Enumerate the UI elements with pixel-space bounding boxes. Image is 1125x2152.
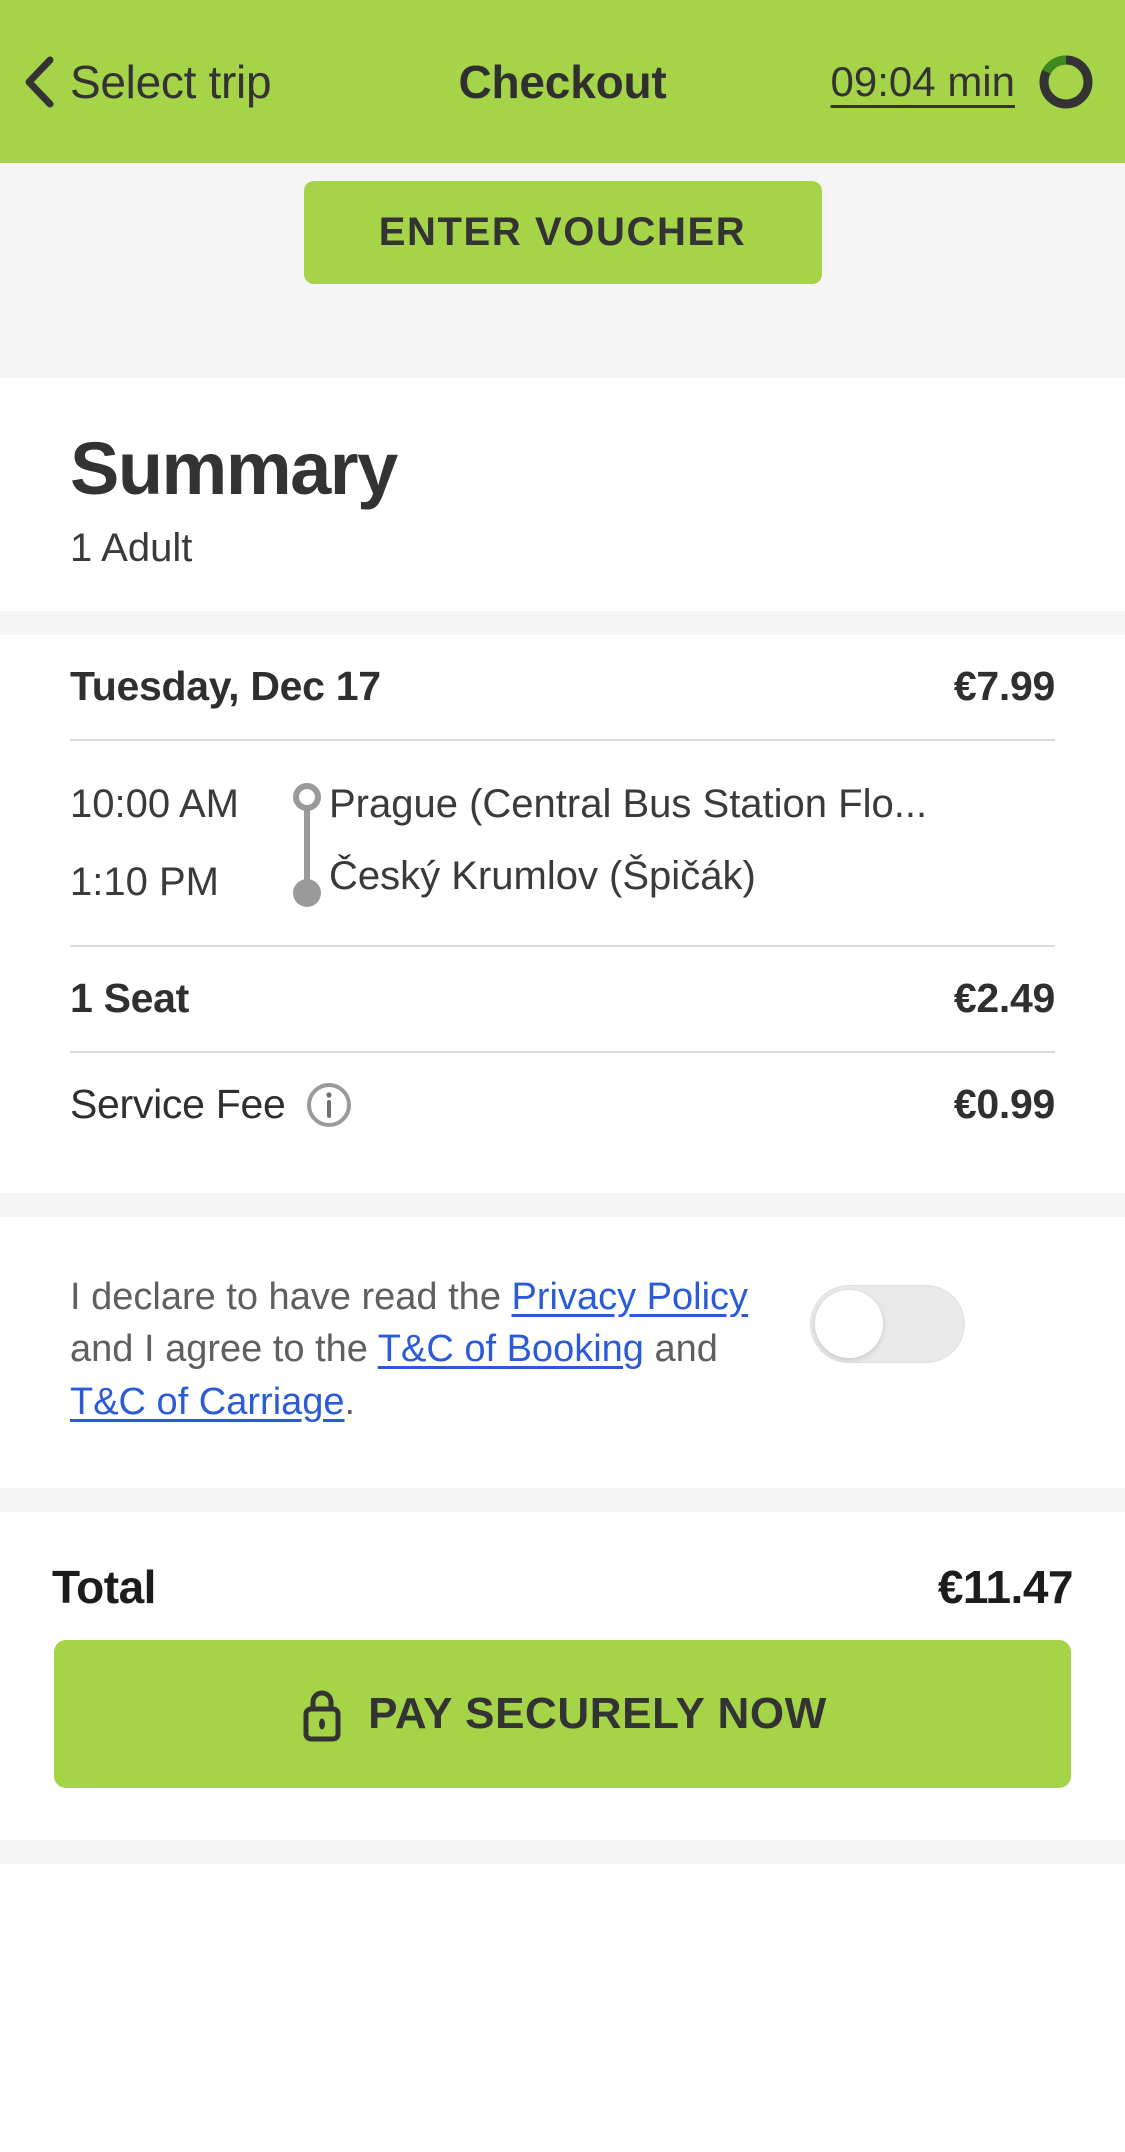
declaration-section: I declare to have read the Privacy Polic… — [0, 1216, 1125, 1488]
session-timer[interactable]: 09:04 min — [831, 53, 1095, 111]
pay-button-label: PAY SECURELY NOW — [368, 1689, 827, 1738]
leg-times: 10:00 AM 1:10 PM — [70, 769, 285, 919]
departure-stop: Prague (Central Bus Station Flo... — [329, 782, 928, 827]
declaration-part-3: and — [643, 1328, 718, 1371]
section-divider — [0, 1192, 1125, 1217]
chevron-left-icon — [25, 56, 54, 107]
back-button[interactable]: Select trip — [22, 55, 272, 109]
trip-legs: 10:00 AM 1:10 PM Prague (Central Bus Sta… — [48, 741, 1077, 945]
route-connector — [285, 769, 329, 919]
section-divider — [0, 1488, 1125, 1512]
seat-label: 1 Seat — [70, 975, 189, 1022]
toggle-knob — [815, 1289, 883, 1358]
service-fee-row: Service Fee €0.99 — [48, 1053, 1077, 1157]
total-label: Total — [52, 1561, 156, 1613]
total-row: Total €11.47 — [0, 1512, 1125, 1640]
lock-icon — [303, 1690, 341, 1742]
service-fee-left: Service Fee — [70, 1081, 353, 1129]
timer-ring-icon — [1039, 55, 1093, 108]
app-header: Select trip Checkout 09:04 min — [0, 0, 1125, 163]
info-circle-icon[interactable] — [305, 1081, 353, 1129]
bottom-spacer — [0, 1818, 1125, 1840]
declaration-part-1: I declare to have read the — [70, 1275, 512, 1318]
page-title: Checkout — [458, 55, 667, 108]
declaration-toggle[interactable] — [810, 1284, 965, 1363]
enter-voucher-button[interactable]: ENTER VOUCHER — [303, 181, 822, 284]
checkout-screen: Select trip Checkout 09:04 min ENTER VOU… — [0, 0, 1125, 2152]
declaration-text: I declare to have read the Privacy Polic… — [70, 1271, 770, 1428]
seat-row: 1 Seat €2.49 — [48, 947, 1077, 1051]
tc-booking-link[interactable]: T&C of Booking — [378, 1328, 644, 1370]
arrival-time: 1:10 PM — [70, 860, 219, 905]
trip-date: Tuesday, Dec 17 — [70, 663, 381, 710]
summary-section: Summary 1 Adult — [0, 378, 1125, 611]
declaration-part-2: and I agree to the — [70, 1328, 378, 1371]
passenger-count: 1 Adult — [70, 525, 193, 570]
trip-date-price: €7.99 — [953, 663, 1055, 710]
bottom-divider — [0, 1840, 1125, 1864]
seat-price: €2.49 — [953, 975, 1055, 1022]
trip-date-row: Tuesday, Dec 17 €7.99 — [48, 635, 1077, 739]
arrival-stop: Český Krumlov (Špičák) — [329, 854, 756, 899]
pay-securely-now-button[interactable]: PAY SECURELY NOW — [54, 1640, 1071, 1788]
route-line-icon — [293, 782, 321, 907]
section-divider — [0, 610, 1125, 635]
summary-heading: Summary — [70, 427, 398, 510]
checkout-footer: Total €11.47 PAY SECURELY NOW — [0, 1512, 1125, 1818]
pay-button-wrap: PAY SECURELY NOW — [0, 1640, 1125, 1818]
tc-carriage-link[interactable]: T&C of Carriage — [70, 1381, 345, 1423]
timer-label[interactable]: 09:04 min — [831, 58, 1015, 106]
voucher-section: ENTER VOUCHER — [0, 163, 1125, 378]
back-label: Select trip — [70, 55, 272, 108]
privacy-policy-link[interactable]: Privacy Policy — [512, 1276, 749, 1318]
service-fee-label: Service Fee — [70, 1081, 286, 1128]
departure-time: 10:00 AM — [70, 782, 240, 827]
total-value: €11.47 — [937, 1561, 1074, 1613]
declaration-part-4: . — [344, 1380, 356, 1423]
leg-stops: Prague (Central Bus Station Flo... Český… — [329, 769, 1055, 919]
service-fee-price: €0.99 — [953, 1081, 1055, 1128]
trip-details-card: Tuesday, Dec 17 €7.99 10:00 AM 1:10 PM P… — [0, 634, 1125, 1193]
